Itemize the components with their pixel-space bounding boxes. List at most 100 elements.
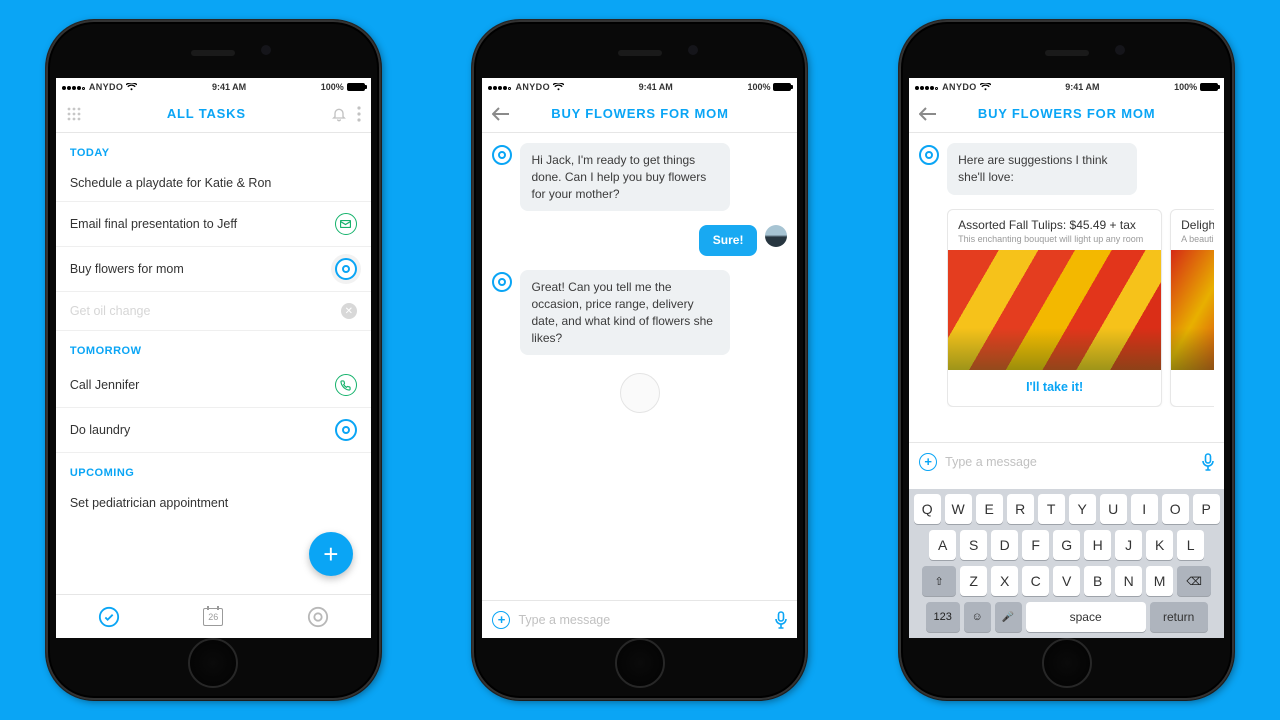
chat-log[interactable]: Hi Jack, I'm ready to get things done. C…: [482, 133, 797, 594]
section-tomorrow: TOMORROW: [56, 331, 371, 363]
message-input[interactable]: Type a message: [518, 613, 767, 627]
bell-icon[interactable]: [331, 106, 347, 122]
back-button[interactable]: [919, 107, 937, 121]
assistant-icon[interactable]: [335, 258, 357, 280]
emoji-key[interactable]: ☺: [964, 602, 991, 632]
key-b[interactable]: B: [1084, 566, 1111, 596]
dictate-key[interactable]: 🎤: [995, 602, 1022, 632]
key-u[interactable]: U: [1100, 494, 1127, 524]
card-subtitle: A beauti: [1171, 234, 1214, 250]
assistant-icon[interactable]: [335, 419, 357, 441]
carrier-label: ANYDO: [515, 82, 550, 92]
key-x[interactable]: X: [991, 566, 1018, 596]
task-row[interactable]: Email final presentation to Jeff: [56, 202, 371, 247]
back-button[interactable]: [492, 107, 510, 121]
message-input[interactable]: Type a message: [945, 455, 1194, 469]
key-i[interactable]: I: [1131, 494, 1158, 524]
menu-grid-icon[interactable]: [66, 106, 82, 122]
suggestion-card[interactable]: Assorted Fall Tulips: $45.49 + tax This …: [947, 209, 1162, 407]
bot-avatar-icon: [492, 145, 512, 165]
wifi-icon: [980, 83, 991, 91]
shift-key[interactable]: ⇧: [922, 566, 956, 596]
task-list[interactable]: TODAY Schedule a playdate for Katie & Ro…: [56, 133, 371, 594]
key-t[interactable]: T: [1038, 494, 1065, 524]
key-c[interactable]: C: [1022, 566, 1049, 596]
mail-icon[interactable]: [335, 213, 357, 235]
tab-tasks[interactable]: [98, 606, 120, 628]
card-title: Deligh: [1171, 210, 1214, 234]
clock: 9:41 AM: [639, 82, 673, 92]
key-q[interactable]: Q: [914, 494, 941, 524]
status-bar: ANYDO 9:41 AM 100%: [56, 78, 371, 95]
task-text: Do laundry: [70, 423, 130, 437]
tab-calendar[interactable]: 26: [203, 608, 223, 626]
attach-button[interactable]: +: [492, 611, 510, 629]
key-n[interactable]: N: [1115, 566, 1142, 596]
battery-label: 100%: [747, 82, 770, 92]
section-upcoming: UPCOMING: [56, 453, 371, 485]
card-title: Assorted Fall Tulips: $45.49 + tax: [948, 210, 1161, 234]
key-k[interactable]: K: [1146, 530, 1173, 560]
key-z[interactable]: Z: [960, 566, 987, 596]
voice-input-button[interactable]: [620, 373, 660, 413]
suggestion-card[interactable]: Deligh A beauti: [1170, 209, 1214, 407]
key-l[interactable]: L: [1177, 530, 1204, 560]
task-row[interactable]: Buy flowers for mom: [56, 247, 371, 292]
key-r[interactable]: R: [1007, 494, 1034, 524]
key-j[interactable]: J: [1115, 530, 1142, 560]
task-row[interactable]: Schedule a playdate for Katie & Ron: [56, 165, 371, 202]
card-cta-button[interactable]: [1171, 370, 1214, 406]
key-p[interactable]: P: [1193, 494, 1220, 524]
space-key[interactable]: space: [1026, 602, 1146, 632]
key-d[interactable]: D: [991, 530, 1018, 560]
page-title: BUY FLOWERS FOR MOM: [510, 106, 769, 121]
add-task-button[interactable]: +: [309, 532, 353, 576]
task-row[interactable]: Call Jennifer: [56, 363, 371, 408]
dismiss-icon[interactable]: ✕: [341, 303, 357, 319]
message-text: Great! Can you tell me the occasion, pri…: [520, 270, 730, 355]
carrier-label: ANYDO: [89, 82, 124, 92]
key-v[interactable]: V: [1053, 566, 1080, 596]
numbers-key[interactable]: 123: [926, 602, 960, 632]
key-a[interactable]: A: [929, 530, 956, 560]
key-o[interactable]: O: [1162, 494, 1189, 524]
signal-dots-icon: [488, 82, 512, 92]
suggestion-carousel[interactable]: Assorted Fall Tulips: $45.49 + tax This …: [947, 209, 1214, 407]
key-y[interactable]: Y: [1069, 494, 1096, 524]
phone-icon[interactable]: [335, 374, 357, 396]
card-cta-button[interactable]: I'll take it!: [948, 370, 1161, 404]
keyboard-row: ASDFGHJKL: [912, 530, 1221, 560]
home-button[interactable]: [1042, 638, 1092, 688]
message-input-bar: + Type a message: [909, 442, 1224, 480]
return-key[interactable]: return: [1150, 602, 1208, 632]
tab-assistant[interactable]: [307, 606, 329, 628]
attach-button[interactable]: +: [919, 453, 937, 471]
mic-button[interactable]: [1202, 453, 1214, 471]
screen-tasks: ANYDO 9:41 AM 100% ALL TASKS: [56, 78, 371, 638]
phone-chat: ANYDO 9:41 AM 100% BUY FLOWERS FOR MOM H…: [472, 20, 807, 700]
keyboard-row: 123 ☺ 🎤 space return: [912, 602, 1221, 632]
key-e[interactable]: E: [976, 494, 1003, 524]
key-f[interactable]: F: [1022, 530, 1049, 560]
home-button[interactable]: [188, 638, 238, 688]
task-row[interactable]: Do laundry: [56, 408, 371, 453]
mic-button[interactable]: [775, 611, 787, 629]
keyboard: QWERTYUIOP ASDFGHJKL ⇧ ZXCVBNM ⌫ 123 ☺ 🎤…: [909, 489, 1224, 638]
more-icon[interactable]: [357, 106, 361, 122]
key-h[interactable]: H: [1084, 530, 1111, 560]
carrier-label: ANYDO: [942, 82, 977, 92]
user-message: Sure!: [492, 225, 787, 256]
task-row[interactable]: Get oil change ✕: [56, 292, 371, 331]
section-today: TODAY: [56, 133, 371, 165]
backspace-key[interactable]: ⌫: [1177, 566, 1211, 596]
task-row[interactable]: Set pediatrician appointment: [56, 485, 371, 521]
card-subtitle: This enchanting bouquet will light up an…: [948, 234, 1161, 250]
key-s[interactable]: S: [960, 530, 987, 560]
key-g[interactable]: G: [1053, 530, 1080, 560]
key-m[interactable]: M: [1146, 566, 1173, 596]
key-w[interactable]: W: [945, 494, 972, 524]
bot-avatar-icon: [492, 272, 512, 292]
home-button[interactable]: [615, 638, 665, 688]
task-text: Call Jennifer: [70, 378, 139, 392]
chat-log[interactable]: Here are suggestions I think she'll love…: [909, 133, 1224, 407]
